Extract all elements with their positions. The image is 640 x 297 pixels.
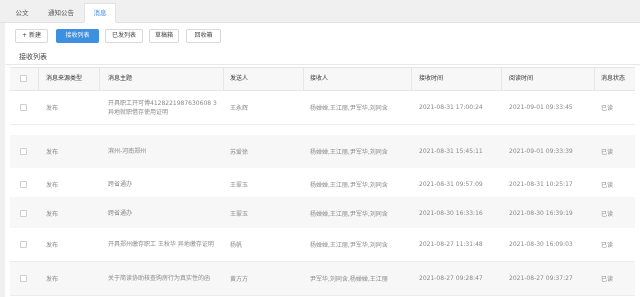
cell-sender: 王翠玉 [230, 211, 249, 218]
cell-type: 发布 [46, 211, 59, 218]
cell-status: 已读 [601, 105, 614, 112]
table-row[interactable]: 发布 关于简读协助核查购房行为真实性的函 黄方方 尹军华,刘同含,杨婵婵,王江丽… [10, 262, 635, 296]
row-checkbox[interactable] [20, 275, 27, 282]
tab-messages[interactable]: 消息 [84, 3, 116, 23]
row-checkbox[interactable] [20, 241, 27, 248]
cell-received-time: 2021-08-31 15:45:11 [419, 148, 483, 155]
select-all-checkbox[interactable] [20, 75, 27, 82]
row-checkbox[interactable] [20, 148, 27, 155]
row-checkbox[interactable] [20, 104, 27, 111]
cell-read-time: 2021-09-01 09:33:45 [509, 104, 573, 111]
cell-subject[interactable]: 开具职工开可博4128221987630608 3异地就职借存使用证明 [108, 91, 218, 124]
tab-announcements[interactable]: 通知公告 [40, 3, 82, 23]
section-title: 接收列表 [19, 53, 47, 61]
cell-type: 发布 [46, 242, 59, 249]
cell-sender: 黄方方 [230, 276, 249, 283]
cell-sender: 苏爱徐 [230, 149, 249, 156]
column-header-sender: 发送人 [230, 75, 249, 82]
cell-read-time: 2021-08-30 16:39:19 [509, 210, 573, 217]
sent-list-button[interactable]: 已发列表 [105, 29, 143, 43]
cell-read-time: 2021-08-27 09:37:27 [509, 275, 573, 282]
table-row[interactable]: 发布 开具职工开可博4128221987630608 3异地就职借存使用证明 王… [10, 91, 635, 125]
column-header-read-time: 阅读时间 [509, 75, 534, 82]
cell-subject[interactable]: 关于简读协助核查购房行为真实性的函 [108, 262, 218, 295]
cell-status: 已读 [601, 211, 614, 218]
table-row[interactable]: 发布 滨州-河南郑州 苏爱徐 杨婵婵,王江丽,尹军华,刘同含 2021-08-3… [10, 135, 635, 169]
cell-type: 发布 [46, 276, 59, 283]
cell-received-time: 2021-08-27 09:28:47 [419, 275, 483, 282]
cell-status: 已读 [601, 242, 614, 249]
table-row[interactable]: 发布 开具郑州缴存职工 王秋华 异地缴存证明 杨帆 杨婵婵,王江丽,尹军华,刘同… [10, 228, 635, 262]
column-header-received-time: 接收时间 [419, 75, 444, 82]
cell-type: 发布 [46, 105, 59, 112]
cell-receiver: 杨婵婵,王江丽,尹军华,刘同含 [310, 211, 388, 218]
row-checkbox[interactable] [20, 210, 27, 217]
column-header-receiver: 接收人 [310, 75, 329, 82]
cell-sender: 王永辉 [230, 105, 249, 112]
cell-subject[interactable]: 滨州-河南郑州 [108, 135, 218, 168]
divider [5, 64, 640, 65]
cell-sender: 杨帆 [230, 242, 243, 249]
cell-read-time: 2021-08-30 16:09:03 [509, 241, 573, 248]
cell-status: 已读 [601, 149, 614, 156]
cell-receiver: 杨婵婵,王江丽,尹军华,刘同含 [310, 105, 388, 112]
cell-status: 已读 [601, 276, 614, 283]
cell-receiver: 杨婵婵,王江丽,尹军华,刘同含 [310, 149, 388, 156]
tab-documents[interactable]: 公文 [6, 3, 38, 23]
received-list-button[interactable]: 接收列表 [56, 29, 99, 43]
recycle-bin-button[interactable]: 回收箱 [186, 29, 221, 43]
drafts-button[interactable]: 草稿箱 [149, 29, 179, 43]
table-row[interactable]: 发布 跨省通办 王翠玉 杨婵婵,王江丽,尹军华,刘同含 2021-08-30 1… [10, 197, 635, 231]
cell-receiver: 杨婵婵,王江丽,尹军华,刘同含 [310, 242, 388, 249]
cell-read-time: 2021-09-01 09:33:39 [509, 148, 573, 155]
cell-received-time: 2021-08-31 17:00:24 [419, 104, 483, 111]
cell-received-time: 2021-08-30 16:33:16 [419, 210, 483, 217]
cell-subject[interactable]: 跨省通办 [108, 197, 218, 230]
cell-receiver: 尹军华,刘同含,杨婵婵,王江丽 [310, 276, 388, 283]
column-header-subject: 消息主题 [108, 75, 133, 82]
column-header-status: 消息状态 [601, 75, 626, 82]
table-header: 消息来源类型 消息主题 发送人 接收人 接收时间 阅读时间 消息状态 [10, 67, 635, 91]
cell-subject[interactable]: 开具郑州缴存职工 王秋华 异地缴存证明 [108, 228, 218, 261]
tab-bar: 公文 通知公告 消息 [0, 0, 640, 23]
column-header-type: 消息来源类型 [46, 75, 83, 82]
cell-type: 发布 [46, 149, 59, 156]
cell-received-time: 2021-08-27 11:31:48 [419, 241, 483, 248]
row-checkbox[interactable] [20, 181, 27, 188]
new-button[interactable]: + 新建 [15, 29, 48, 43]
